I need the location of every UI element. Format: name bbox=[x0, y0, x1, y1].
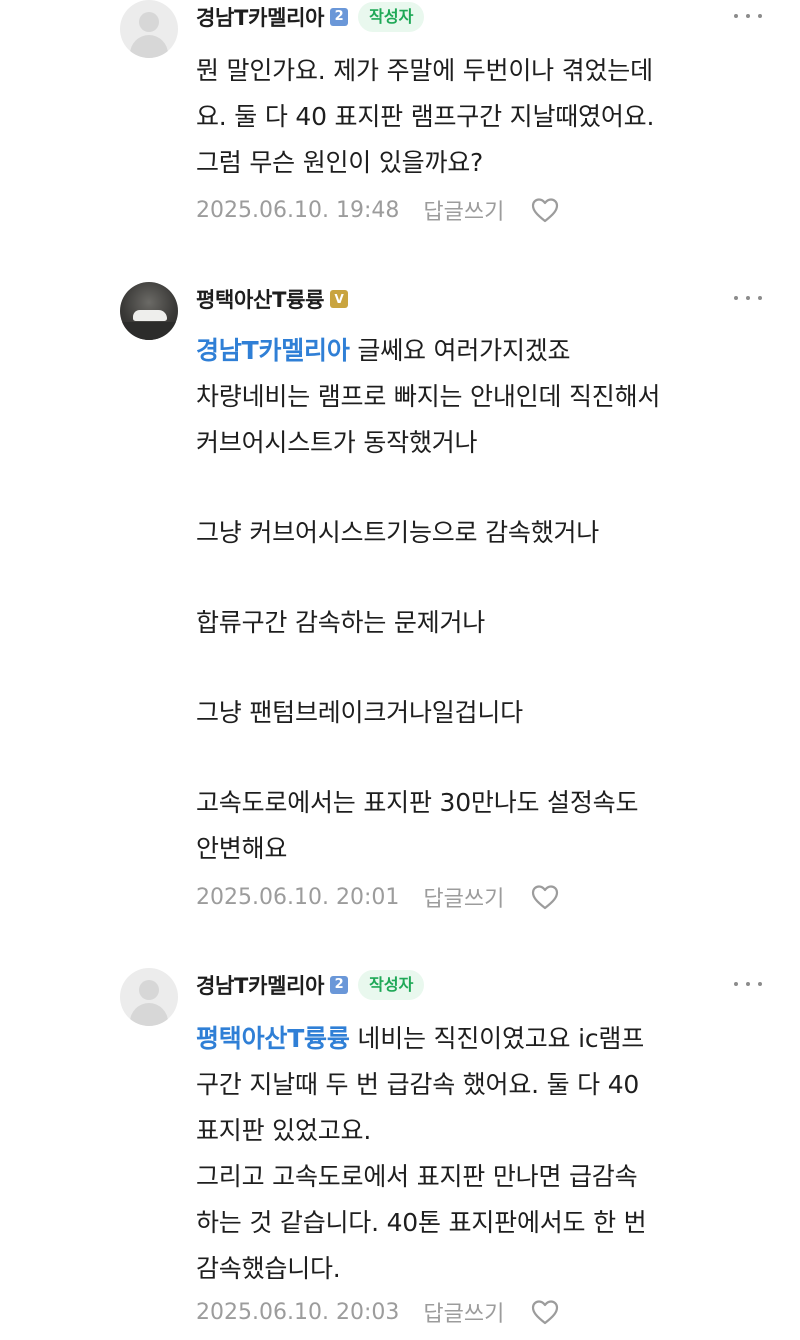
more-dots-icon[interactable] bbox=[732, 288, 764, 308]
comment-text-line: 그냥 팬텀브레이크거나일겁니다 bbox=[196, 698, 523, 727]
comment-header: 경남T카멜리아 2 작성자 bbox=[196, 0, 425, 34]
more-dots-icon[interactable] bbox=[732, 6, 764, 26]
reply-button[interactable]: 답글쓰기 bbox=[423, 194, 504, 226]
heart-outline-icon[interactable] bbox=[530, 1298, 560, 1326]
comment-text-line: 그리고 고속도로에서 표지판 만나면 급감속 bbox=[196, 1162, 638, 1191]
comment-text-line: 차량네비는 램프로 빠지는 안내인데 직진해서 bbox=[196, 382, 661, 411]
mention-link[interactable]: 평택아산T륭륭 bbox=[196, 1024, 350, 1053]
comment-text-line: 고속도로에서는 표지판 30만나도 설정속도 bbox=[196, 788, 639, 817]
level-badge: 2 bbox=[330, 8, 349, 26]
author-badge: 작성자 bbox=[358, 2, 425, 32]
comment-text-line: 그냥 커브어시스트기능으로 감속했거나 bbox=[196, 518, 600, 547]
comment-text-line: 평택아산T륭륭 네비는 직진이였고요 ic램프 bbox=[196, 1016, 644, 1062]
author-nickname[interactable]: 경남T카멜리아 bbox=[196, 970, 324, 1000]
timestamp: 2025.06.10. 20:03 bbox=[196, 1299, 400, 1325]
comment-meta: 2025.06.10. 19:48 답글쓰기 bbox=[196, 192, 560, 228]
comment-text-line: 합류구간 감속하는 문제거나 bbox=[196, 608, 486, 637]
comment-text-line: 안변해요 bbox=[196, 834, 288, 863]
comment-text-line: 커브어시스트가 동작했거나 bbox=[196, 428, 478, 457]
comment-text: 글쎄요 여러가지겠죠 bbox=[349, 336, 571, 365]
reply-button[interactable]: 답글쓰기 bbox=[423, 881, 504, 913]
comment-text-line: 뭔 말인가요. 제가 주말에 두번이나 겪었는데 bbox=[196, 56, 653, 85]
level-badge: 2 bbox=[330, 976, 349, 994]
comment-header: 평택아산T륭륭 V bbox=[196, 282, 349, 316]
level-badge: V bbox=[330, 290, 349, 308]
comment-text-line: 요. 둘 다 40 표지판 램프구간 지날때였어요. bbox=[196, 102, 655, 131]
author-nickname[interactable]: 평택아산T륭륭 bbox=[196, 284, 324, 314]
mention-link[interactable]: 경남T카멜리아 bbox=[196, 336, 350, 365]
avatar[interactable] bbox=[120, 282, 178, 340]
comment-text-line: 감속했습니다. bbox=[196, 1254, 341, 1283]
avatar[interactable] bbox=[120, 0, 178, 58]
timestamp: 2025.06.10. 20:01 bbox=[196, 884, 400, 910]
comment-text-line: 경남T카멜리아 글쎄요 여러가지겠죠 bbox=[196, 328, 571, 374]
comment-text-line: 하는 것 같습니다. 40톤 표지판에서도 한 번 bbox=[196, 1208, 647, 1237]
heart-outline-icon[interactable] bbox=[530, 196, 560, 224]
avatar[interactable] bbox=[120, 968, 178, 1026]
comment-meta: 2025.06.10. 20:01 답글쓰기 bbox=[196, 879, 560, 915]
comment-header: 경남T카멜리아 2 작성자 bbox=[196, 968, 425, 1002]
comment-text-line: 그럼 무슨 원인이 있을까요? bbox=[196, 148, 484, 177]
author-badge: 작성자 bbox=[358, 970, 425, 1000]
comment-meta: 2025.06.10. 20:03 답글쓰기 bbox=[196, 1294, 560, 1330]
default-profile-icon bbox=[139, 12, 159, 32]
comment-text-line: 구간 지날때 두 번 급감속 했어요. 둘 다 40 bbox=[196, 1070, 640, 1099]
heart-outline-icon[interactable] bbox=[530, 883, 560, 911]
comment-text: 네비는 직진이였고요 ic램프 bbox=[349, 1024, 644, 1053]
default-profile-icon bbox=[139, 980, 159, 1000]
timestamp: 2025.06.10. 19:48 bbox=[196, 197, 400, 223]
reply-button[interactable]: 답글쓰기 bbox=[423, 1296, 504, 1328]
comment-text-line: 표지판 있었고요. bbox=[196, 1116, 372, 1145]
author-nickname[interactable]: 경남T카멜리아 bbox=[196, 2, 324, 32]
more-dots-icon[interactable] bbox=[732, 974, 764, 994]
